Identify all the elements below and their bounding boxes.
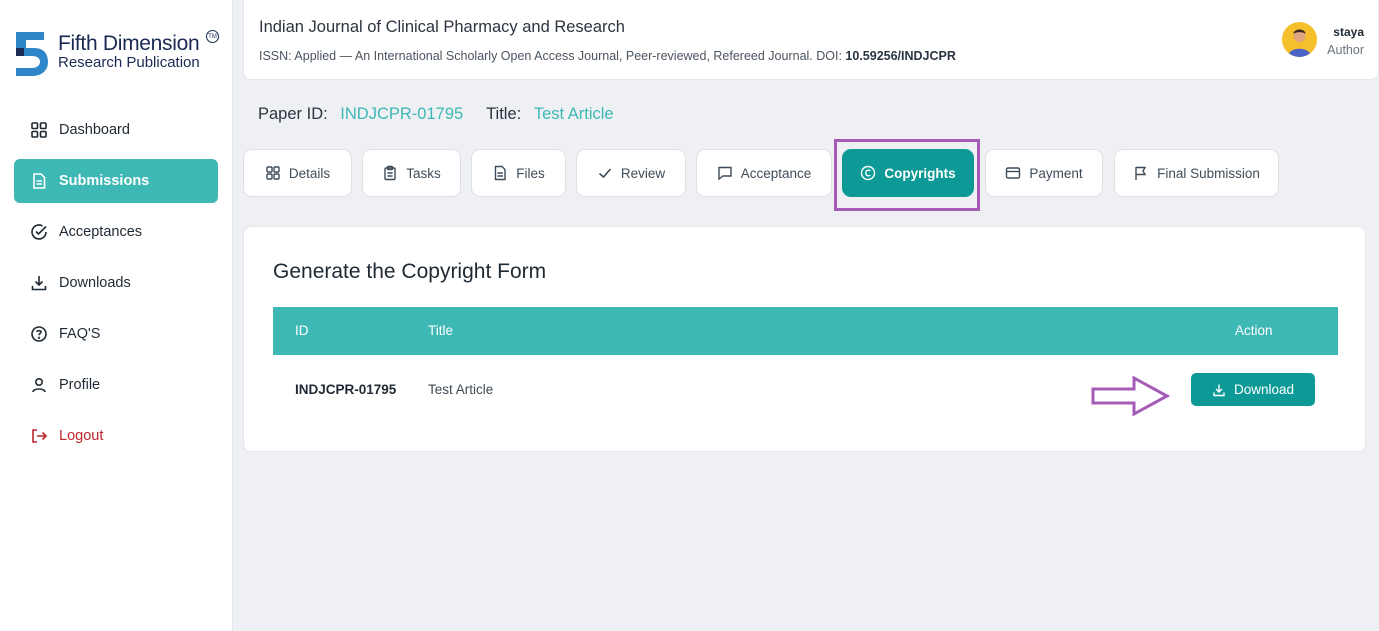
card-title: Generate the Copyright Form [273,260,547,283]
column-header-action: Action [1235,323,1273,338]
sidebar-item-faqs[interactable]: FAQ'S [14,312,218,356]
logout-icon [30,427,48,445]
flag-icon [1133,165,1149,181]
tab-label: Files [516,165,545,181]
sidebar-item-label: Logout [59,428,104,444]
logo-subtitle: Research Publication [58,54,200,71]
paper-title-value: Test Article [533,105,614,123]
journal-doi: 10.59256/INDJCPR [845,49,956,63]
sidebar-item-submissions[interactable]: Submissions [14,159,218,203]
question-circle-icon [30,325,48,343]
tab-review[interactable]: Review [576,149,686,197]
journal-title: Indian Journal of Clinical Pharmacy and … [259,18,625,36]
highlight-annotation-box [834,139,980,211]
tab-tasks[interactable]: Tasks [362,149,461,197]
download-label: Download [1233,382,1295,397]
arrow-annotation-icon [1091,375,1170,417]
table-header: ID Title Action [273,307,1338,355]
user-role: Author [1327,43,1364,57]
column-header-id: ID [295,323,309,338]
message-icon [717,165,733,181]
tab-label: Final Submission [1157,165,1260,181]
user-name: staya [1333,25,1364,39]
grid-icon [265,165,281,181]
tab-label: Acceptance [740,165,812,181]
sidebar-item-logout[interactable]: Logout [14,414,218,458]
avatar[interactable] [1282,22,1317,57]
sidebar-item-profile[interactable]: Profile [14,363,218,407]
tab-label: Details [288,165,331,181]
sidebar-item-downloads[interactable]: Downloads [14,261,218,305]
document-icon [30,172,48,190]
tab-acceptance[interactable]: Acceptance [696,149,832,197]
sidebar-item-label: Dashboard [59,122,130,138]
paper-id-label: Paper ID: [258,105,328,123]
tab-details[interactable]: Details [243,149,352,197]
paper-id-value: INDJCPR-01795 [340,105,464,123]
logo-mark-icon [16,32,48,76]
download-icon [30,274,48,292]
column-header-title: Title [428,323,454,338]
download-button[interactable]: Download [1191,373,1315,406]
trademark-mark: TM [206,30,219,43]
tab-label: Payment [1029,165,1083,181]
file-icon [492,165,508,181]
grid-icon [30,121,48,139]
tab-final-submission[interactable]: Final Submission [1114,149,1279,197]
journal-subtitle: ISSN: Applied — An International Scholar… [259,49,956,63]
tab-label: Tasks [406,165,441,181]
sidebar-nav: Dashboard Submissions Acceptances Downlo… [14,108,218,465]
clipboard-icon [382,165,398,181]
sidebar-item-label: Downloads [59,275,131,291]
sidebar-item-acceptances[interactable]: Acceptances [14,210,218,254]
card-icon [1005,165,1021,181]
sidebar-item-label: FAQ'S [59,326,101,342]
download-icon [1212,383,1226,397]
check-icon [597,165,613,181]
row-id: INDJCPR-01795 [295,382,397,397]
tab-label: Review [620,165,666,181]
logo[interactable]: Fifth Dimension Research Publication TM [14,30,219,78]
sidebar-item-label: Profile [59,377,101,393]
logo-title: Fifth Dimension [58,32,200,55]
sidebar-item-label: Submissions [59,173,150,189]
sidebar-item-dashboard[interactable]: Dashboard [14,108,218,152]
tab-payment[interactable]: Payment [985,149,1103,197]
check-circle-icon [30,223,48,241]
sidebar-item-label: Acceptances [59,224,143,240]
paper-title-label: Title: [486,105,522,123]
sidebar: Fifth Dimension Research Publication TM … [0,0,233,631]
user-icon [30,376,48,394]
table-row: INDJCPR-01795 Test Article Download [273,355,1338,425]
tab-files[interactable]: Files [471,149,566,197]
row-title: Test Article [428,382,494,397]
copyright-card: Generate the Copyright Form ID Title Act… [243,226,1366,452]
paper-info: Paper ID: INDJCPR-01795 Title: Test Arti… [258,105,614,124]
top-header: Indian Journal of Clinical Pharmacy and … [243,0,1379,80]
